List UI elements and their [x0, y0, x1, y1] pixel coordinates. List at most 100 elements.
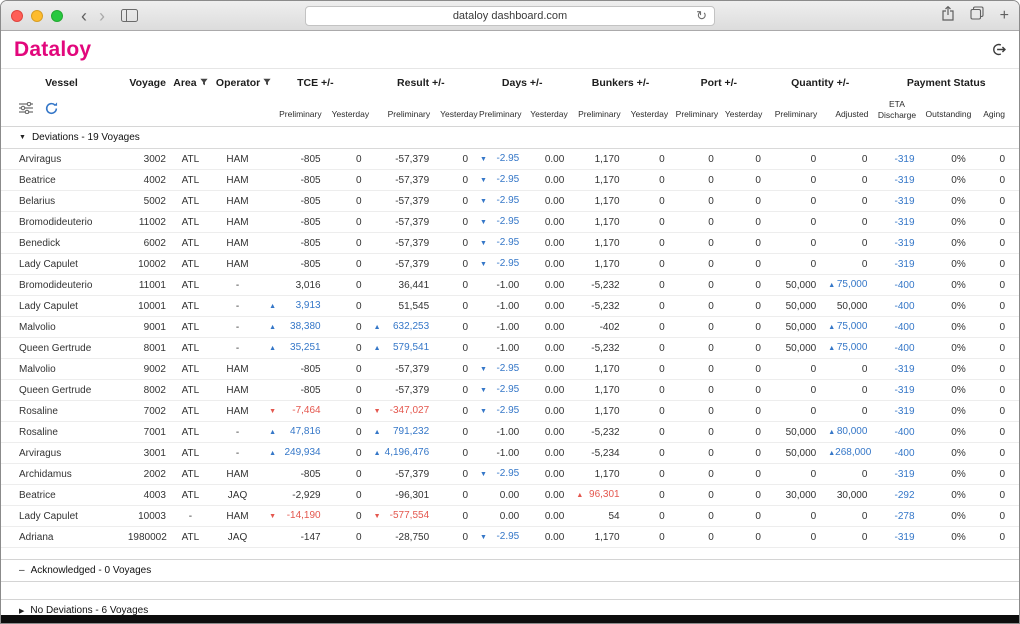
cell-value: -2.95 [496, 531, 519, 542]
column-header-payment-status[interactable]: Payment Status [873, 69, 1019, 96]
cell-value: 0 [862, 511, 868, 522]
cell-tce-yesterday: 0 [327, 443, 368, 464]
cell-value: 0 [755, 196, 761, 207]
cell-aging: 0 [972, 233, 1019, 254]
subheader-outstanding[interactable]: Outstanding [921, 95, 972, 127]
column-header-operator[interactable]: Operator [212, 69, 263, 96]
cell-outstanding: 0% [921, 149, 972, 170]
cell-vessel: Malvolio [1, 317, 122, 338]
cell-quantity-adjusted: 0 [822, 254, 873, 275]
section-acknowledged-label: Acknowledged - 0 Voyages [31, 565, 152, 576]
column-header-port[interactable]: Port +/- [671, 69, 767, 96]
subheader-days-preliminary[interactable]: Preliminary [474, 95, 525, 127]
section-header-deviations[interactable]: ▼Deviations - 19 Voyages [1, 127, 1019, 149]
back-button[interactable]: ‹ [81, 7, 87, 25]
minimize-window-button[interactable] [31, 10, 43, 22]
cell-value: 75,000 [837, 342, 868, 353]
cell-outstanding: 0% [921, 422, 972, 443]
reload-icon[interactable]: ↻ [696, 8, 707, 24]
voyage-row[interactable]: Bromodideuterio11002ATLHAM-8050-57,3790▼… [1, 212, 1019, 233]
operator-filter-icon[interactable] [263, 77, 271, 89]
cell-value: 0 [999, 448, 1005, 459]
area-filter-icon[interactable] [200, 77, 208, 89]
cell-bunkers-yesterday: 0 [626, 485, 671, 506]
voyage-row[interactable]: Malvolio9001ATL-▲38,3800▲632,2530-1.000.… [1, 317, 1019, 338]
column-header-days[interactable]: Days +/- [474, 69, 570, 96]
new-tab-button[interactable]: + [1000, 8, 1009, 24]
subheader-tce-preliminary[interactable]: Preliminary [263, 95, 326, 127]
voyage-row[interactable]: Benedick6002ATLHAM-8050-57,3790▼-2.950.0… [1, 233, 1019, 254]
close-window-button[interactable] [11, 10, 23, 22]
cell-value: 0 [462, 385, 468, 396]
voyage-row[interactable]: Arviragus3001ATL-▲249,9340▲4,196,4760-1.… [1, 443, 1019, 464]
subheader-bunkers-yesterday[interactable]: Yesterday [626, 95, 671, 127]
url-field[interactable]: dataloy dashboard.com ↻ [305, 6, 715, 26]
cell-value: -2,929 [292, 490, 320, 501]
sidebar-toggle-button[interactable] [121, 9, 138, 22]
voyage-row[interactable]: Lady Capulet10002ATLHAM-8050-57,3790▼-2.… [1, 254, 1019, 275]
subheader-aging[interactable]: Aging [972, 95, 1019, 127]
cell-outstanding: 0% [921, 401, 972, 422]
subheader-port-preliminary[interactable]: Preliminary [671, 95, 720, 127]
voyage-row[interactable]: Archidamus2002ATLHAM-8050-57,3790▼-2.950… [1, 464, 1019, 485]
voyage-row[interactable]: Beatrice4002ATLHAM-8050-57,3790▼-2.950.0… [1, 170, 1019, 191]
subheader-quantity-adjusted[interactable]: Adjusted [822, 95, 873, 127]
cell-port-preliminary: 0 [671, 191, 720, 212]
subheader-result-yesterday[interactable]: Yesterday [435, 95, 474, 127]
cell-value: -147 [301, 532, 321, 543]
toolbar-right: + [942, 6, 1009, 26]
section-header-no-deviations[interactable]: ▶ No Deviations - 6 Voyages [1, 599, 1019, 615]
column-header-voyage[interactable]: Voyage [122, 69, 169, 96]
zoom-window-button[interactable] [51, 10, 63, 22]
voyage-row[interactable]: Rosaline7002ATLHAM▼-7,4640▼-347,0270▼-2.… [1, 401, 1019, 422]
subheader-quantity-preliminary[interactable]: Preliminary [767, 95, 822, 127]
cell-eta-discharge: -319 [873, 464, 920, 485]
subheader-bunkers-preliminary[interactable]: Preliminary [570, 95, 625, 127]
voyage-row[interactable]: Bromodideuterio11001ATL-3,016036,4410-1.… [1, 275, 1019, 296]
subheader-result-preliminary[interactable]: Preliminary [368, 95, 436, 127]
cell-value: 0 [356, 238, 362, 249]
section-header-acknowledged[interactable]: – Acknowledged - 0 Voyages [1, 559, 1019, 582]
cell-result-yesterday: 0 [435, 170, 474, 191]
tab-overview-button[interactable] [970, 6, 984, 25]
column-header-vessel[interactable]: Vessel [1, 69, 122, 96]
cell-value: -2.95 [496, 174, 519, 185]
column-header-tce[interactable]: TCE +/- [263, 69, 367, 96]
down-indicator-icon: ▼ [480, 237, 487, 250]
cell-bunkers-yesterday: 0 [626, 359, 671, 380]
subheader-eta-discharge[interactable]: ETA Discharge [873, 95, 920, 127]
voyage-row[interactable]: Adriana1980002ATLJAQ-1470-28,7500▼-2.950… [1, 527, 1019, 548]
cell-value: 0 [462, 406, 468, 417]
logout-button[interactable] [991, 42, 1006, 57]
cell-value: 80,000 [837, 426, 868, 437]
voyage-row[interactable]: Malvolio9002ATLHAM-8050-57,3790▼-2.950.0… [1, 359, 1019, 380]
voyage-row[interactable]: Rosaline7001ATL-▲47,8160▲791,2320-1.000.… [1, 422, 1019, 443]
voyage-row[interactable]: Lady Capulet10001ATL-▲3,913051,5450-1.00… [1, 296, 1019, 317]
voyage-row[interactable]: Queen Gertrude8001ATL-▲35,2510▲579,5410-… [1, 338, 1019, 359]
cell-value: 632,253 [393, 321, 429, 332]
voyage-row[interactable]: Belarius5002ATLHAM-8050-57,3790▼-2.950.0… [1, 191, 1019, 212]
cell-area: ATL [169, 485, 212, 506]
column-header-result[interactable]: Result +/- [368, 69, 474, 96]
column-header-bunkers[interactable]: Bunkers +/- [570, 69, 670, 96]
voyage-row[interactable]: Lady Capulet10003-HAM▼-14,1900▼-577,5540… [1, 506, 1019, 527]
refresh-button[interactable] [45, 102, 58, 117]
voyage-row[interactable]: Queen Gertrude8002ATLHAM-8050-57,3790▼-2… [1, 380, 1019, 401]
cell-value: 0 [999, 280, 1005, 291]
forward-button[interactable]: › [99, 7, 105, 25]
voyage-row[interactable]: Arviragus3002ATLHAM-8050-57,3790▼-2.950.… [1, 149, 1019, 170]
column-header-quantity[interactable]: Quantity +/- [767, 69, 874, 96]
cell-result-preliminary: -28,750 [368, 527, 436, 548]
cell-eta-discharge: -400 [873, 275, 920, 296]
subheader-port-yesterday[interactable]: Yesterday [720, 95, 767, 127]
voyage-row[interactable]: Beatrice4003ATLJAQ-2,9290-96,30100.000.0… [1, 485, 1019, 506]
column-header-area[interactable]: Area [169, 69, 212, 96]
subheader-tce-yesterday[interactable]: Yesterday [327, 95, 368, 127]
filter-settings-button[interactable] [19, 102, 33, 116]
cell-result-preliminary: 36,441 [368, 275, 436, 296]
subheader-days-yesterday[interactable]: Yesterday [525, 95, 570, 127]
share-button[interactable] [942, 6, 954, 26]
cell-value: 0 [659, 448, 665, 459]
cell-value: 47,816 [290, 426, 321, 437]
cell-quantity-adjusted: 0 [822, 464, 873, 485]
